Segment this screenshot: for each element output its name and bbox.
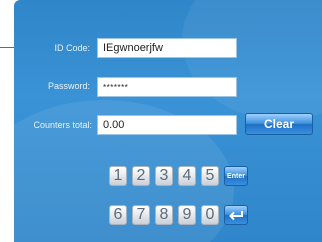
counters-total-field[interactable]: 0.00 [97, 115, 237, 135]
id-code-label: ID Code: [54, 43, 90, 53]
password-field[interactable]: ******* [97, 77, 237, 97]
key-1[interactable]: 1 [109, 166, 127, 186]
key-9[interactable]: 9 [178, 205, 196, 225]
return-arrow-icon [228, 210, 244, 221]
key-2[interactable]: 2 [132, 166, 150, 186]
id-code-field[interactable]: IEgwnoerjfw [97, 38, 237, 58]
key-3[interactable]: 3 [155, 166, 173, 186]
password-label: Password: [47, 81, 90, 91]
key-5[interactable]: 5 [201, 166, 219, 186]
key-0[interactable]: 0 [201, 205, 219, 225]
enter-button[interactable]: Enter [224, 166, 248, 186]
clear-button[interactable]: Clear [245, 113, 313, 135]
login-screen: ID Code: Password: Counters total: IEgwn… [0, 0, 322, 242]
key-8[interactable]: 8 [155, 205, 173, 225]
key-6[interactable]: 6 [109, 205, 127, 225]
counters-label: Counters total: [33, 120, 92, 130]
key-7[interactable]: 7 [132, 205, 150, 225]
backspace-button[interactable] [224, 205, 248, 225]
key-4[interactable]: 4 [178, 166, 196, 186]
